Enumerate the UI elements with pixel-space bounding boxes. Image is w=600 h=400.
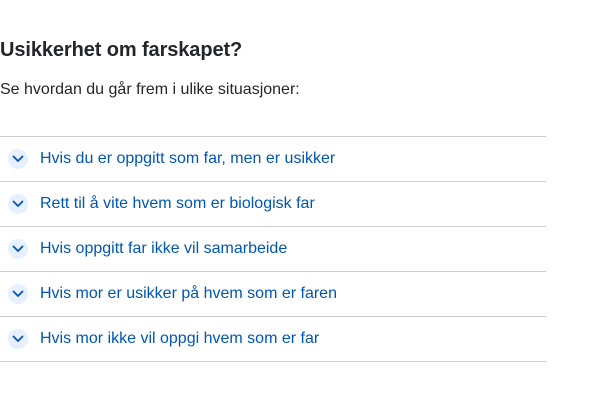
accordion-item-label: Hvis du er oppgitt som far, men er usikk… [40,150,336,167]
accordion-item-mor-vil-ikke-oppgi[interactable]: Hvis mor ikke vil oppgi hvem som er far [0,317,546,362]
chevron-down-icon [8,284,28,304]
chevron-down-icon [8,149,28,169]
accordion-item-rett-til-a-vite[interactable]: Rett til å vite hvem som er biologisk fa… [0,182,546,227]
accordion-item-far-vil-ikke-samarbeide[interactable]: Hvis oppgitt far ikke vil samarbeide [0,227,546,272]
accordion-item-label: Hvis mor ikke vil oppgi hvem som er far [40,330,320,347]
chevron-down-icon [8,329,28,349]
accordion: Hvis du er oppgitt som far, men er usikk… [0,136,546,362]
chevron-down-icon [8,194,28,214]
accordion-item-mor-usikker[interactable]: Hvis mor er usikker på hvem som er faren [0,272,546,317]
accordion-item-label: Rett til å vite hvem som er biologisk fa… [40,195,315,212]
page: Usikkerhet om farskapet? Se hvordan du g… [0,0,600,400]
accordion-item-label: Hvis oppgitt far ikke vil samarbeide [40,240,288,257]
section-heading: Usikkerhet om farskapet? [0,39,243,61]
chevron-down-icon [8,239,28,259]
accordion-item-label: Hvis mor er usikker på hvem som er faren [40,285,337,302]
accordion-item-oppgitt-far-usikker[interactable]: Hvis du er oppgitt som far, men er usikk… [0,137,546,182]
section-intro: Se hvordan du går frem i ulike situasjon… [0,81,300,98]
